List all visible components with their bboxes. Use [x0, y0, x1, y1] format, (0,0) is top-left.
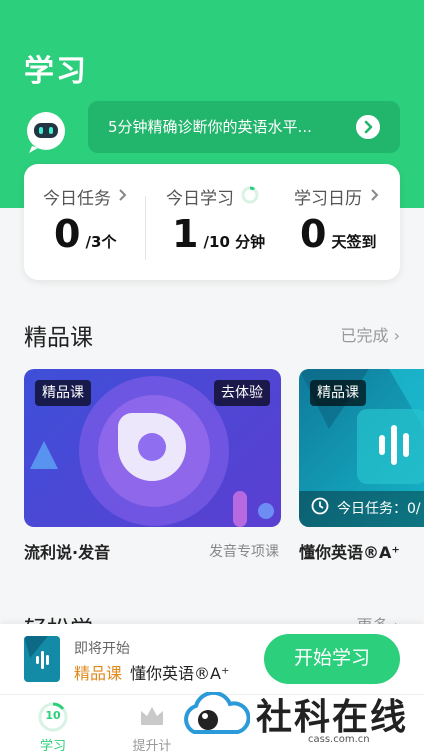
calendar-value: 0 — [300, 212, 327, 256]
course-tag: 精品课 — [310, 380, 366, 406]
progress-ring-icon — [241, 186, 259, 204]
calendar-unit: 天签到 — [331, 233, 377, 251]
crown-icon — [141, 707, 163, 725]
clock-icon — [311, 497, 329, 515]
continue-bar: 即将开始 精品课 懂你英语®A⁺ 开始学习 — [0, 624, 424, 694]
chevron-right-icon — [119, 189, 127, 201]
stats-card: 今日任务 0 /3个 今日学习 1 /10 分钟 学习日历 0 天签到 — [24, 164, 400, 280]
chevron-right-icon — [371, 189, 379, 201]
course-card-pronunciation[interactable]: 精品课 去体验 — [24, 369, 281, 527]
tab-study-label: 学习 — [39, 739, 66, 754]
course-card-dongni[interactable]: 精品课 今日任务：0/ — [299, 369, 424, 527]
start-study-button[interactable]: 开始学习 — [264, 634, 400, 684]
course-subtitle: 发音专项课 — [209, 544, 279, 560]
course-name[interactable]: 流利说·发音 — [24, 539, 110, 563]
today-task-stat[interactable]: 今日任务 0 /3个 — [24, 164, 145, 280]
upcoming-label: 即将开始 — [74, 641, 130, 657]
upcoming-tag: 精品课 — [74, 664, 123, 683]
try-button[interactable]: 去体验 — [214, 380, 270, 406]
tab-study[interactable]: 10 学习 — [23, 695, 83, 754]
chevron-right-icon: › — [393, 326, 400, 345]
diagnosis-banner[interactable]: 5分钟精确诊断你的英语水平... — [88, 101, 400, 153]
watermark-sub: cass.com.cn — [308, 734, 370, 745]
completed-link[interactable]: 已完成 › — [340, 322, 400, 346]
course-name[interactable]: 懂你英语®A⁺ — [299, 539, 400, 563]
today-task-value: 0 — [54, 212, 81, 256]
watermark-text: 社科在线 — [256, 697, 409, 738]
watermark: 社科在线 cass.com.cn — [180, 688, 424, 754]
section-title-premium: 精品课 — [24, 325, 93, 351]
today-study-stat[interactable]: 今日学习 1 /10 分钟 — [146, 164, 276, 280]
page-title: 学习 — [24, 54, 88, 89]
today-study-label: 今日学习 — [166, 189, 234, 209]
today-study-total: /10 分钟 — [203, 233, 266, 251]
today-study-value: 1 — [172, 212, 199, 256]
today-task-label: 今日任务 — [43, 189, 111, 209]
course-thumbnail — [24, 636, 60, 682]
calendar-label: 学习日历 — [294, 189, 362, 209]
tab-improve-label: 提升计 — [132, 739, 172, 754]
eye-cloud-logo — [184, 692, 250, 734]
study-calendar-stat[interactable]: 学习日历 0 天签到 — [276, 164, 400, 280]
upcoming-course: 懂你英语®A⁺ — [130, 664, 230, 683]
completed-link-label: 已完成 — [340, 326, 389, 345]
chevron-right-circle-icon — [356, 115, 380, 139]
robot-mascot-icon[interactable] — [24, 110, 68, 154]
banner-text: 5分钟精确诊断你的英语水平... — [108, 118, 312, 136]
today-task-total: /3个 — [85, 233, 117, 251]
tab-study-badge: 10 — [45, 709, 61, 722]
tab-improve[interactable]: 提升计 — [122, 695, 182, 754]
today-task-overlay: 今日任务：0/ — [337, 501, 421, 517]
course-tag: 精品课 — [35, 380, 91, 406]
